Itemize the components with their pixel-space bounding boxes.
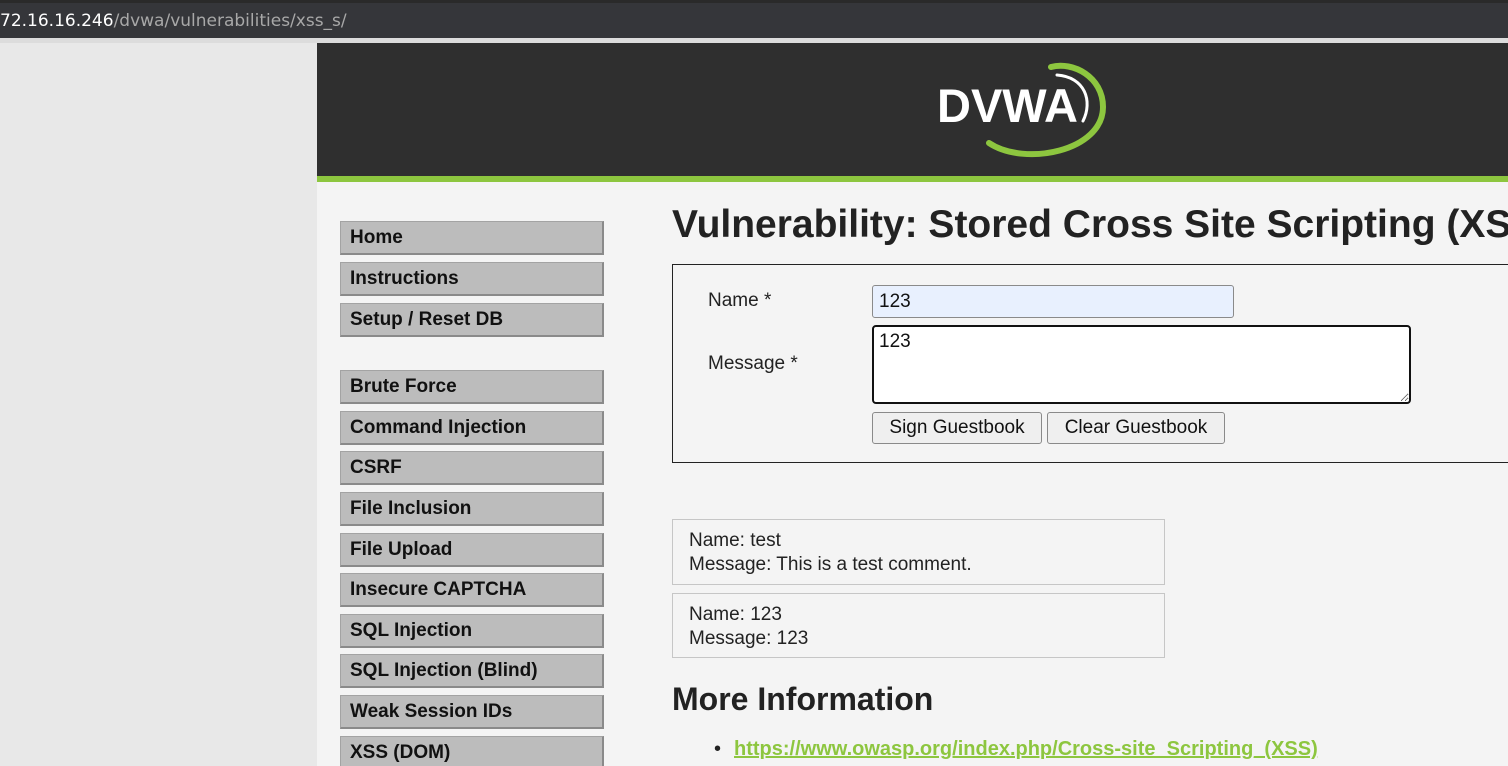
sign-guestbook-button[interactable]: Sign Guestbook — [872, 412, 1042, 444]
menu-item-home[interactable]: Home — [340, 221, 604, 255]
address-bar[interactable]: 72.16.16.246/dvwa/vulnerabilities/xss_s/ — [0, 0, 1508, 38]
entry-name: Name: test — [689, 530, 781, 551]
entry-message: Message: 123 — [689, 628, 809, 649]
list-bullet: • — [714, 738, 722, 760]
guestbook-form: Name * Message * 123 Sign Guestbook Clea… — [672, 264, 1508, 463]
clear-guestbook-button[interactable]: Clear Guestbook — [1047, 412, 1225, 444]
name-label: Name * — [708, 290, 772, 311]
menu-item-weak-session-ids[interactable]: Weak Session IDs — [340, 695, 604, 729]
menu-item-file-upload[interactable]: File Upload — [340, 533, 604, 567]
page-content: DVWA Home Instructions Setup / Reset DB … — [317, 43, 1508, 766]
menu-item-sql-injection[interactable]: SQL Injection — [340, 614, 604, 648]
more-information-heading: More Information — [672, 681, 934, 717]
page-title: Vulnerability: Stored Cross Site Scripti… — [672, 203, 1508, 246]
owasp-xss-link[interactable]: https://www.owasp.org/index.php/Cross-si… — [734, 738, 1318, 761]
guestbook-entry: Name: test Message: This is a test comme… — [672, 519, 1165, 585]
menu-item-csrf[interactable]: CSRF — [340, 451, 604, 485]
guestbook-entry: Name: 123 Message: 123 — [672, 593, 1165, 658]
entry-name: Name: 123 — [689, 604, 782, 625]
menu-item-instructions[interactable]: Instructions — [340, 262, 604, 296]
menu-item-file-inclusion[interactable]: File Inclusion — [340, 492, 604, 526]
message-textarea[interactable]: 123 — [872, 325, 1411, 404]
dvwa-logo: DVWA — [937, 62, 1107, 158]
address-host: 72.16.16.246 — [0, 11, 114, 31]
menu-item-command-injection[interactable]: Command Injection — [340, 411, 604, 445]
address-path: /dvwa/vulnerabilities/xss_s/ — [113, 11, 347, 31]
menu-item-sql-injection-blind[interactable]: SQL Injection (Blind) — [340, 654, 604, 688]
message-label: Message * — [708, 353, 798, 374]
menu-item-insecure-captcha[interactable]: Insecure CAPTCHA — [340, 573, 604, 607]
menu-item-xss-dom[interactable]: XSS (DOM) — [340, 736, 604, 766]
menu-item-setup-reset-db[interactable]: Setup / Reset DB — [340, 303, 604, 337]
menu-item-brute-force[interactable]: Brute Force — [340, 370, 604, 404]
name-input[interactable] — [872, 285, 1234, 318]
logo-text: DVWA — [937, 79, 1078, 132]
header-accent-bar — [317, 176, 1508, 182]
entry-message: Message: This is a test comment. — [689, 554, 972, 575]
site-header: DVWA — [317, 43, 1508, 176]
